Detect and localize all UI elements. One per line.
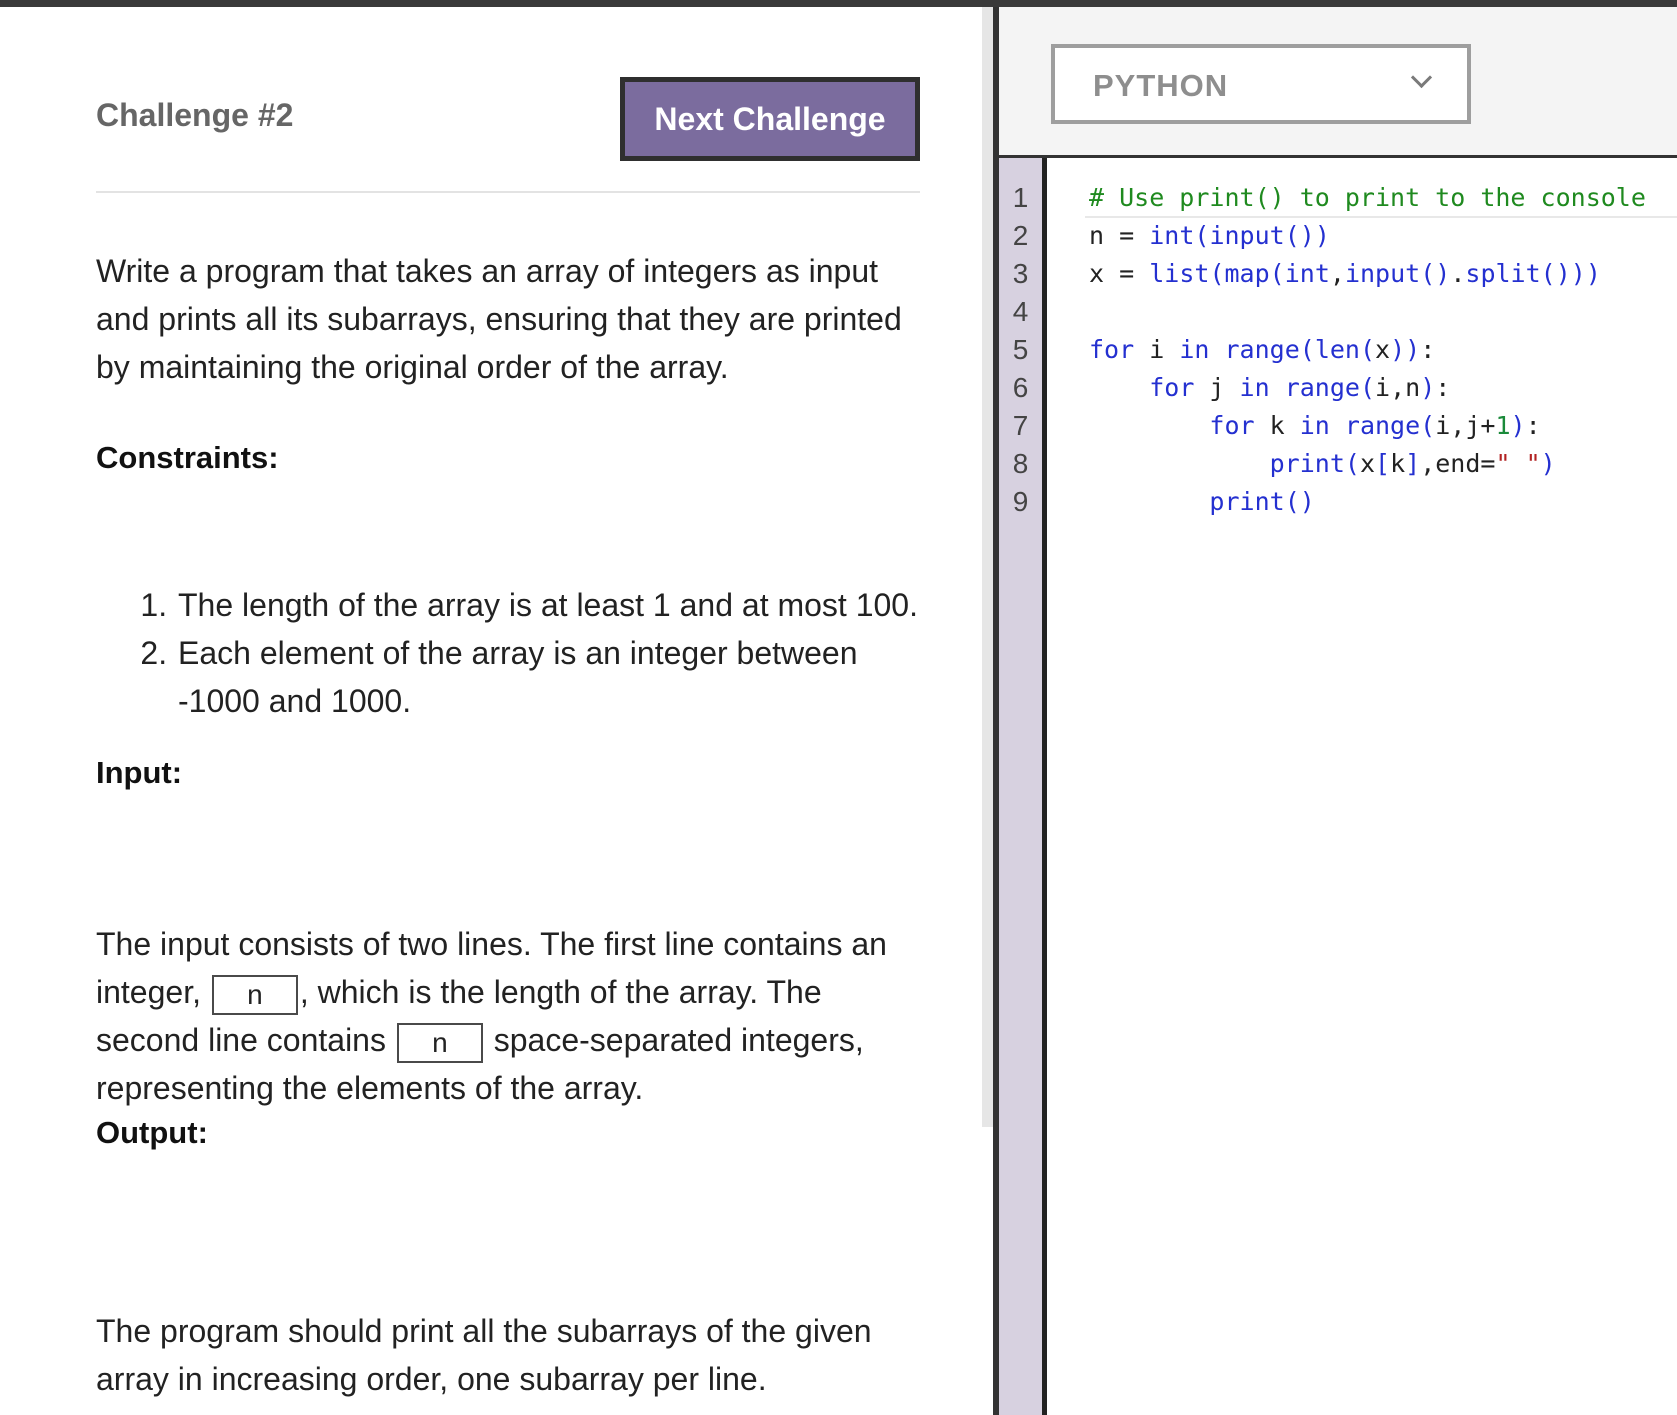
- code-line[interactable]: for i in range(len(x)):: [1089, 331, 1646, 369]
- constraint-item: Each element of the array is an integer …: [176, 629, 926, 725]
- output-description: The program should print all the subarra…: [96, 1313, 872, 1397]
- constraints-heading: Constraints:: [96, 440, 279, 475]
- code-editor[interactable]: # Use print() to print to the console n …: [1047, 158, 1677, 1415]
- line-number: 9: [1012, 486, 1029, 517]
- code-line[interactable]: print(x[k],end=" "): [1089, 445, 1646, 483]
- code-line[interactable]: for k in range(i,j+1):: [1089, 407, 1646, 445]
- line-number-gutter: 1 2 3 4 5 6 7 8 9: [999, 158, 1047, 1415]
- code-line[interactable]: [1089, 293, 1646, 331]
- line-number: 6: [1012, 372, 1029, 403]
- inline-code-n: n: [396, 1022, 483, 1063]
- code-line[interactable]: for j in range(i,n):: [1089, 369, 1646, 407]
- divider: [96, 191, 920, 193]
- input-heading: Input:: [96, 755, 183, 790]
- line-number: 8: [1012, 448, 1029, 479]
- language-select-value: PYTHON: [1093, 68, 1229, 103]
- challenge-description: Write a program that takes an array of i…: [96, 253, 902, 385]
- output-heading: Output:: [96, 1115, 208, 1150]
- code-line[interactable]: # Use print() to print to the console: [1089, 179, 1646, 217]
- line-number: 4: [1012, 296, 1029, 327]
- line-number: 2: [1012, 220, 1029, 251]
- line-number: 1: [1012, 182, 1029, 213]
- next-challenge-button[interactable]: Next Challenge: [620, 77, 920, 161]
- chevron-down-icon: [1410, 66, 1433, 89]
- code-lines: # Use print() to print to the console n …: [1089, 179, 1646, 521]
- language-select[interactable]: PYTHON: [1051, 44, 1471, 124]
- top-border: [0, 0, 1677, 7]
- constraint-item: The length of the array is at least 1 an…: [176, 581, 926, 629]
- code-line[interactable]: n = int(input()): [1089, 217, 1646, 255]
- editor-header: PYTHON: [999, 7, 1677, 158]
- input-description: The input consists of two lines. The fir…: [96, 920, 926, 1112]
- constraints-list: The length of the array is at least 1 an…: [96, 581, 926, 725]
- line-number: 7: [1012, 410, 1029, 441]
- line-number: 3: [1012, 258, 1029, 289]
- code-line[interactable]: print(): [1089, 483, 1646, 521]
- challenge-pane: Challenge #2 Next Challenge Write a prog…: [0, 7, 985, 1415]
- code-line[interactable]: x = list(map(int,input().split())): [1089, 255, 1646, 293]
- inline-code-n: n: [211, 974, 298, 1015]
- line-number: 5: [1012, 334, 1029, 365]
- challenge-title: Challenge #2: [96, 97, 294, 133]
